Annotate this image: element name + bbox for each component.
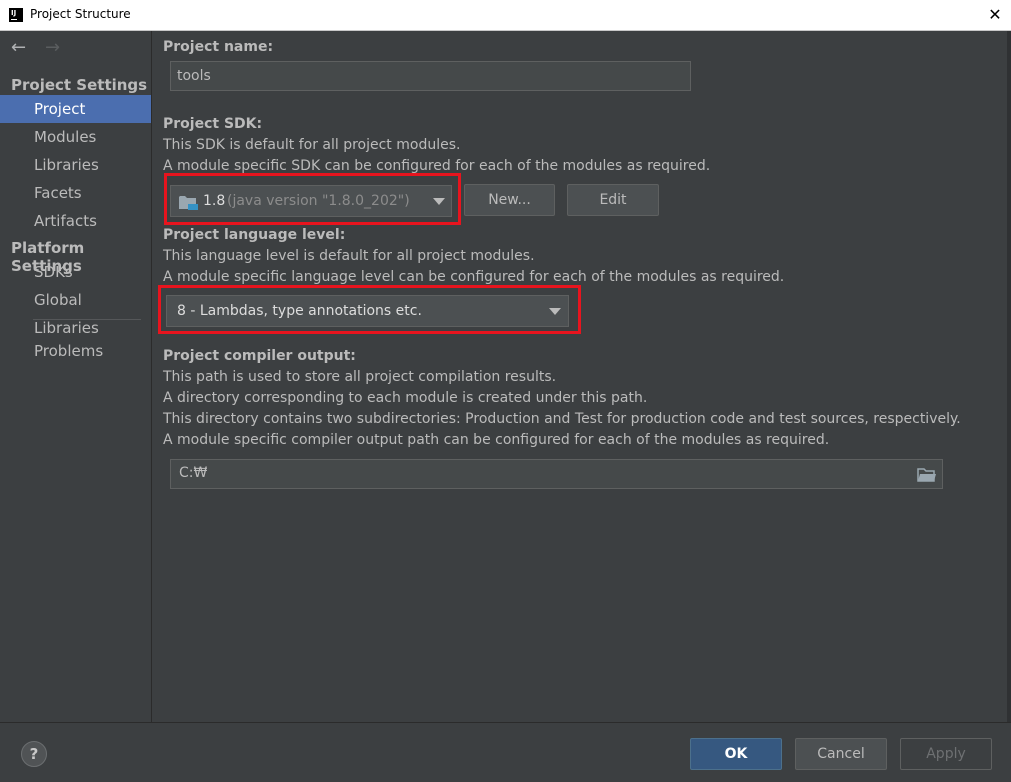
dialog-footer: ? OK Cancel Apply <box>0 722 1011 782</box>
help-icon[interactable]: ? <box>21 741 47 767</box>
highlight-box-language-level <box>158 285 581 334</box>
compiler-output-desc-1: This path is used to store all project c… <box>163 369 557 385</box>
project-name-label: Project name: <box>163 39 274 55</box>
compiler-output-desc-3: This directory contains two subdirectori… <box>163 411 961 427</box>
sidebar-item-problems[interactable]: Problems <box>0 337 151 365</box>
compiler-output-path-input[interactable]: C:₩ <box>170 459 943 489</box>
app-icon-text: IJ <box>11 9 17 17</box>
window-title: Project Structure <box>30 7 131 21</box>
sidebar-divider <box>33 319 141 320</box>
folder-browse-icon[interactable] <box>917 467 936 482</box>
window-right-edge <box>1007 31 1011 722</box>
sidebar-item-sdks[interactable]: SDKs <box>0 258 151 286</box>
close-icon[interactable]: ✕ <box>986 4 1004 26</box>
cancel-button[interactable]: Cancel <box>795 738 887 770</box>
sidebar-item-modules[interactable]: Modules <box>0 123 151 151</box>
intellij-app-icon: IJ <box>9 8 23 22</box>
language-level-label: Project language level: <box>163 227 346 243</box>
arrow-left-icon[interactable]: ← <box>11 38 26 58</box>
compiler-output-desc-2: A directory corresponding to each module… <box>163 390 648 406</box>
sidebar-item-global-libraries[interactable]: Global Libraries <box>0 286 151 337</box>
sidebar-item-artifacts[interactable]: Artifacts <box>0 207 151 235</box>
project-settings-panel: Project name: tools Project SDK: This SD… <box>152 31 1007 722</box>
section-project-settings: Project Settings <box>11 76 148 94</box>
sdk-edit-button[interactable]: Edit <box>567 184 659 216</box>
arrow-right-icon[interactable]: → <box>45 38 60 58</box>
compiler-output-label: Project compiler output: <box>163 348 356 364</box>
apply-button[interactable]: Apply <box>900 738 992 770</box>
title-bar: IJ Project Structure ✕ <box>0 0 1011 31</box>
compiler-output-path-value: C:₩ <box>179 465 208 481</box>
sidebar-item-project[interactable]: Project <box>0 95 151 123</box>
highlight-box-sdk <box>164 173 461 225</box>
compiler-output-desc-4: A module specific compiler output path c… <box>163 432 830 448</box>
project-sdk-desc-1: This SDK is default for all project modu… <box>163 137 461 153</box>
project-name-input[interactable]: tools <box>170 61 691 91</box>
language-level-desc-1: This language level is default for all p… <box>163 248 535 264</box>
sidebar-item-facets[interactable]: Facets <box>0 179 151 207</box>
sidebar-item-libraries[interactable]: Libraries <box>0 151 151 179</box>
ok-button[interactable]: OK <box>690 738 782 770</box>
project-sdk-label: Project SDK: <box>163 116 263 132</box>
sidebar: ← → Project Settings Project Modules Lib… <box>0 31 152 722</box>
sdk-new-button[interactable]: New... <box>464 184 555 216</box>
